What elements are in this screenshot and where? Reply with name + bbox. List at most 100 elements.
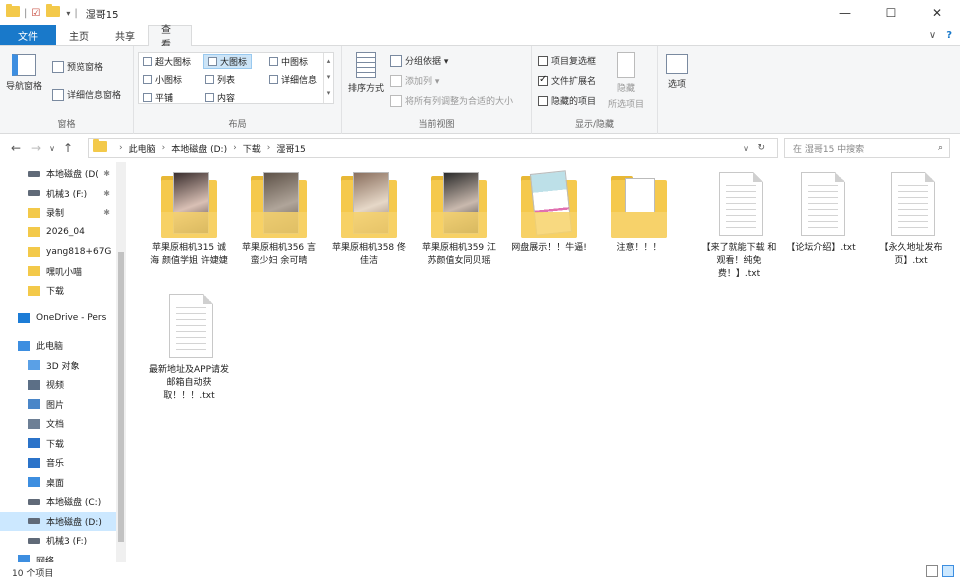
layout-details[interactable]: 详细信息 <box>269 73 317 86</box>
tab-view[interactable]: 查看 <box>148 25 192 51</box>
address-dropdown-icon[interactable]: ∨ <box>743 144 749 153</box>
text-file-item[interactable]: 【论坛介绍】.txt <box>780 172 862 255</box>
properties-icon[interactable]: ☑ <box>31 8 40 19</box>
help-button[interactable]: ? <box>946 30 952 41</box>
drive-icon <box>28 537 40 544</box>
folder-item[interactable]: 注意！！！ <box>598 172 680 255</box>
sidebar-scroll-thumb[interactable] <box>118 252 124 542</box>
forward-button[interactable]: → <box>26 141 46 155</box>
close-button[interactable]: ✕ <box>914 0 960 26</box>
sidebar-item[interactable]: 文档 <box>0 414 116 433</box>
details-pane-button[interactable]: 详细信息窗格 <box>52 88 121 101</box>
group-by-icon <box>390 54 402 67</box>
sidebar-item[interactable]: 录制 ✱ <box>0 203 116 222</box>
sidebar-item[interactable]: 本地磁盘 (C:) <box>0 492 116 511</box>
options-icon <box>666 54 688 74</box>
sort-icon <box>356 52 376 78</box>
folder-item[interactable]: 苹果原相机315 诚海 颜值学姐 许婕婕 <box>148 172 230 268</box>
folder-front <box>341 212 397 238</box>
sidebar-item[interactable]: 本地磁盘 (D:) <box>0 511 116 531</box>
list-icon <box>205 75 214 84</box>
breadcrumb-current[interactable]: 湿哥15 <box>276 142 305 155</box>
large-icons-view-icon[interactable] <box>942 565 954 577</box>
document-line <box>898 215 928 216</box>
document-line <box>898 203 928 204</box>
sidebar-item[interactable]: 机械3 (F:) <box>0 531 116 550</box>
sidebar-item[interactable]: 网络 <box>0 551 116 562</box>
sidebar-item[interactable]: OneDrive - Pers <box>0 309 116 328</box>
layout-small-icons[interactable]: 小图标 <box>143 73 182 86</box>
status-bar: 10 个项目 <box>0 562 960 582</box>
layout-medium-icons[interactable]: 中图标 <box>269 55 308 68</box>
folder-icon <box>28 285 40 296</box>
breadcrumb-downloads[interactable]: 下载 <box>243 142 261 155</box>
recent-locations-button[interactable]: ∨ <box>46 144 58 153</box>
sidebar-item[interactable]: 嘿叽小喵 <box>0 262 116 281</box>
document-line <box>808 185 838 186</box>
tab-home[interactable]: 主页 <box>56 25 102 45</box>
sidebar-item[interactable]: 视频 <box>0 375 116 394</box>
new-folder-icon[interactable] <box>46 4 61 20</box>
document-page <box>891 172 935 236</box>
item-checkboxes-toggle[interactable]: 项目复选框 <box>538 54 596 67</box>
sidebar-item[interactable]: 此电脑 <box>0 336 116 355</box>
details-view-icon[interactable] <box>926 565 938 577</box>
tab-share[interactable]: 共享 <box>102 25 148 45</box>
layout-list[interactable]: 列表 <box>205 73 235 86</box>
breadcrumb-drive-d[interactable]: 本地磁盘 (D:) <box>171 142 227 155</box>
address-bar[interactable]: › 此电脑 › 本地磁盘 (D:) › 下载 › 湿哥15 ∨ ↻ <box>88 138 778 158</box>
options-button[interactable]: 选项 <box>666 54 688 90</box>
text-file-item[interactable]: 最新地址及APP请发邮箱自动获取！！！.txt <box>148 294 230 403</box>
sidebar-item[interactable]: 下载 <box>0 281 116 300</box>
sidebar-item[interactable]: 图片 <box>0 395 116 414</box>
file-extensions-toggle[interactable]: 文件扩展名 <box>538 74 596 87</box>
group-by-button[interactable]: 分组依据 ▾ <box>390 54 448 67</box>
sidebar-item[interactable]: 音乐 <box>0 453 116 472</box>
hide-selected-label-1: 隐藏 <box>617 84 636 94</box>
layout-content[interactable]: 内容 <box>205 91 235 104</box>
folder-item[interactable]: 苹果原相机359 江苏颜值女同贝瑶 <box>418 172 500 268</box>
back-button[interactable]: ← <box>6 141 26 155</box>
gallery-scroll[interactable]: ▴ ▾ ▾ <box>323 53 333 103</box>
file-extensions-checkbox[interactable] <box>538 74 548 86</box>
text-file-item[interactable]: 【永久地址发布页】.txt <box>870 172 952 268</box>
sidebar-item[interactable]: 3D 对象 <box>0 356 116 375</box>
item-checkboxes-checkbox[interactable] <box>538 55 548 66</box>
refresh-icon[interactable]: ↻ <box>757 143 765 153</box>
search-input[interactable]: 在 湿哥15 中搜索 ⌕ <box>784 138 950 158</box>
add-columns-label: 添加列 ▾ <box>405 77 440 87</box>
folder-item[interactable]: 苹果原相机356 言蛮少妇 余可晴 <box>238 172 320 268</box>
pin-icon: ✱ <box>103 188 110 198</box>
add-columns-button[interactable]: 添加列 ▾ <box>390 74 439 87</box>
folder-item[interactable]: 苹果原相机358 佟佳洁 <box>328 172 410 268</box>
minimize-button[interactable]: — <box>822 0 868 26</box>
hidden-items-checkbox[interactable] <box>538 95 548 106</box>
hidden-items-toggle[interactable]: 隐藏的项目 <box>538 94 596 107</box>
folder-item[interactable]: 网盘展示！！牛逼! <box>508 170 590 255</box>
layout-large-icons[interactable]: 大图标 <box>203 54 253 69</box>
file-list: 苹果原相机315 诚海 颜值学姐 许婕婕 苹果原相机356 言蛮少妇 余可晴 苹果原… <box>130 162 960 562</box>
preview-pane-button[interactable]: 预览窗格 <box>52 60 103 73</box>
sidebar-item[interactable]: 2026_04 <box>0 223 116 242</box>
sidebar-item[interactable]: 本地磁盘 (D(✱ <box>0 164 116 183</box>
size-columns-button[interactable]: 将所有列调整为合适的大小 <box>390 94 513 107</box>
layout-extra-large-icons[interactable]: 超大图标 <box>143 55 191 68</box>
sidebar-item[interactable]: 桌面 <box>0 473 116 492</box>
address-folder-icon <box>93 139 113 155</box>
maximize-button[interactable]: ☐ <box>868 0 914 26</box>
sidebar-item[interactable]: 下载 <box>0 434 116 453</box>
sidebar-item[interactable]: 机械3 (F:) ✱ <box>0 184 116 203</box>
network-icon <box>18 555 30 562</box>
ribbon-collapse-button[interactable]: ∨ <box>929 30 936 41</box>
breadcrumb-this-pc[interactable]: 此电脑 <box>129 142 156 155</box>
up-button[interactable]: ↑ <box>58 141 78 155</box>
nav-pane-button[interactable]: 导航窗格 <box>6 54 42 92</box>
text-file-item[interactable]: 【来了就能下载 和观看！纯免费！】.txt <box>698 172 780 281</box>
hide-selected-button[interactable]: 隐藏 所选项目 <box>608 52 644 110</box>
quick-access-dropdown-icon[interactable]: ▾ <box>66 9 70 18</box>
sort-by-button[interactable]: 排序方式 <box>348 52 384 94</box>
tab-file[interactable]: 文件 <box>0 25 56 45</box>
preview-pane-label: 预览窗格 <box>67 63 104 73</box>
layout-tiles[interactable]: 平铺 <box>143 91 173 104</box>
sidebar-item[interactable]: yang818+67G <box>0 242 116 261</box>
